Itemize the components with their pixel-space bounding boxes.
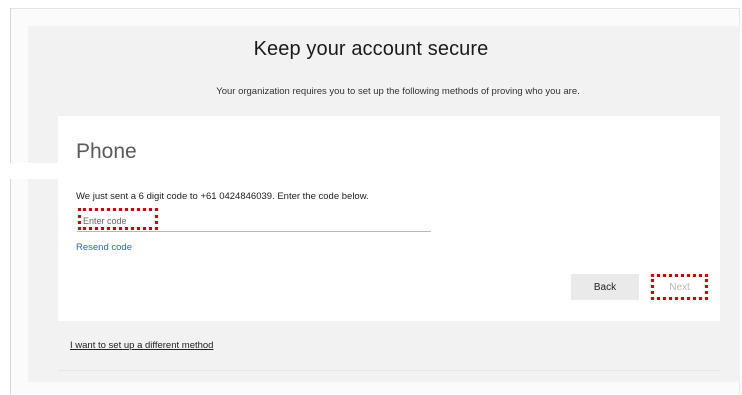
resend-code-link[interactable]: Resend code xyxy=(76,242,132,253)
verification-code-input[interactable] xyxy=(77,211,431,232)
panel-edge-stub xyxy=(6,163,58,179)
page-subtitle: Your organization requires you to set up… xyxy=(216,86,580,97)
page-title: Keep your account secure xyxy=(253,38,489,60)
different-method-link[interactable]: I want to set up a different method xyxy=(70,340,213,351)
footer-divider xyxy=(58,370,720,371)
method-title: Phone xyxy=(76,140,137,163)
next-button[interactable]: Next xyxy=(651,274,708,300)
code-instruction: We just sent a 6 digit code to +61 04248… xyxy=(76,191,369,202)
back-button[interactable]: Back xyxy=(571,274,639,300)
